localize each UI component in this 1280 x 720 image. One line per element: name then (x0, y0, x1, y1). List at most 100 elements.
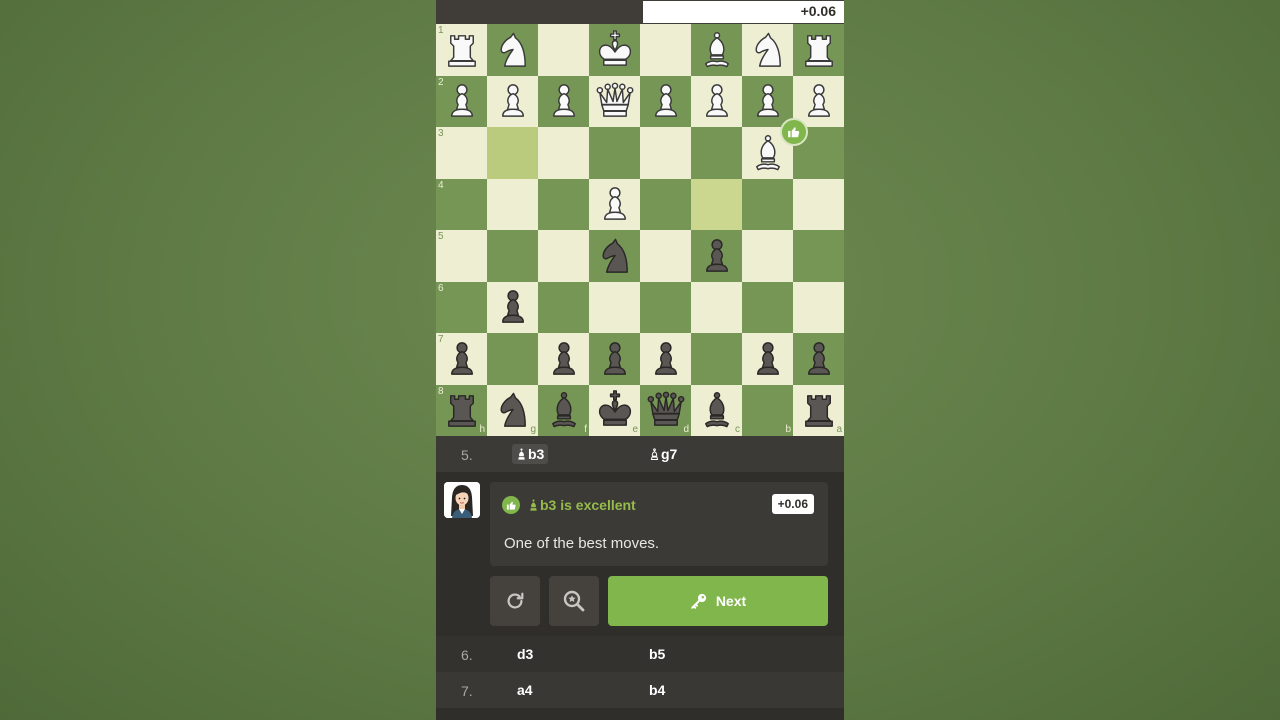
square-g8[interactable]: g (487, 384, 538, 437)
move-white-selected[interactable]: b3 (512, 444, 549, 464)
square-d7[interactable] (640, 333, 691, 385)
white-pawn-icon[interactable] (691, 76, 742, 128)
square-h8[interactable]: 8h (436, 384, 487, 437)
move-list-row[interactable]: 6. d3 b5 (436, 636, 844, 672)
move-list-row[interactable]: 7. a4 b4 (436, 672, 844, 708)
square-d1[interactable] (640, 24, 691, 76)
black-bishop-icon[interactable] (538, 385, 589, 437)
square-b2[interactable] (742, 75, 793, 128)
square-f5[interactable] (538, 230, 589, 282)
black-pawn-icon[interactable] (793, 333, 844, 385)
move-white[interactable]: a4 (517, 682, 533, 698)
next-button[interactable]: Next (608, 576, 828, 626)
square-c1[interactable] (691, 24, 742, 76)
white-knight-icon[interactable] (487, 24, 538, 76)
white-rook-icon[interactable] (793, 24, 844, 76)
square-g7[interactable] (487, 333, 538, 385)
white-knight-icon[interactable] (742, 24, 793, 76)
square-d6[interactable] (640, 281, 691, 333)
square-e8[interactable]: e (589, 384, 640, 437)
white-king-icon[interactable] (589, 24, 640, 76)
square-h4[interactable]: 4 (436, 178, 487, 230)
move-white[interactable]: d3 (517, 646, 533, 662)
square-e3[interactable] (589, 127, 640, 179)
square-e2[interactable] (589, 75, 640, 128)
square-c4[interactable] (691, 178, 742, 230)
square-b6[interactable] (742, 281, 793, 333)
black-pawn-icon[interactable] (640, 333, 691, 385)
square-c8[interactable]: c (691, 384, 742, 437)
black-rook-icon[interactable] (436, 385, 487, 437)
square-h3[interactable]: 3 (436, 127, 487, 179)
square-a4[interactable] (793, 178, 844, 230)
black-pawn-icon[interactable] (436, 333, 487, 385)
square-g3[interactable] (487, 127, 538, 179)
square-a6[interactable] (793, 281, 844, 333)
square-b5[interactable] (742, 230, 793, 282)
square-b7[interactable] (742, 333, 793, 385)
square-a7[interactable] (793, 333, 844, 385)
square-c5[interactable] (691, 230, 742, 282)
white-pawn-icon[interactable] (589, 179, 640, 231)
square-b8[interactable]: b (742, 384, 793, 436)
analysis-button[interactable] (549, 576, 599, 626)
square-h5[interactable]: 5 (436, 230, 487, 282)
square-e1[interactable] (589, 24, 640, 76)
square-d2[interactable] (640, 75, 691, 128)
chess-board[interactable]: 123 4 5 6 78hgfedc ba (436, 24, 844, 436)
square-f1[interactable] (538, 24, 589, 76)
square-h1[interactable]: 1 (436, 24, 487, 76)
square-c7[interactable] (691, 333, 742, 385)
white-pawn-icon[interactable] (742, 76, 793, 128)
square-f6[interactable] (538, 281, 589, 333)
black-pawn-icon[interactable] (487, 282, 538, 334)
square-d4[interactable] (640, 178, 691, 230)
black-knight-icon[interactable] (589, 230, 640, 282)
black-knight-icon[interactable] (487, 385, 538, 437)
square-f3[interactable] (538, 127, 589, 179)
square-d5[interactable] (640, 230, 691, 282)
black-pawn-icon[interactable] (742, 333, 793, 385)
white-pawn-icon[interactable] (640, 76, 691, 128)
black-pawn-icon[interactable] (691, 230, 742, 282)
square-c6[interactable] (691, 281, 742, 333)
square-g1[interactable] (487, 24, 538, 76)
square-h6[interactable]: 6 (436, 281, 487, 333)
white-bishop-icon[interactable] (691, 24, 742, 76)
black-bishop-icon[interactable] (691, 385, 742, 437)
black-rook-icon[interactable] (793, 385, 844, 437)
square-f2[interactable] (538, 75, 589, 128)
white-pawn-icon[interactable] (436, 76, 487, 128)
square-c3[interactable] (691, 127, 742, 179)
square-b4[interactable] (742, 178, 793, 230)
move-black[interactable]: b4 (649, 682, 665, 698)
square-e6[interactable] (589, 281, 640, 333)
square-f4[interactable] (538, 178, 589, 230)
square-a8[interactable]: a (793, 384, 844, 437)
move-black[interactable]: g7 (649, 446, 677, 462)
retry-button[interactable] (490, 576, 540, 626)
square-f7[interactable] (538, 333, 589, 385)
white-pawn-icon[interactable] (538, 76, 589, 128)
square-g4[interactable] (487, 178, 538, 230)
white-rook-icon[interactable] (436, 24, 487, 76)
square-h2[interactable]: 2 (436, 75, 487, 128)
white-queen-icon[interactable] (589, 76, 640, 128)
square-h7[interactable]: 7 (436, 333, 487, 385)
black-king-icon[interactable] (589, 385, 640, 437)
square-a1[interactable] (793, 24, 844, 76)
square-d3[interactable] (640, 127, 691, 179)
black-pawn-icon[interactable] (589, 333, 640, 385)
square-g2[interactable] (487, 75, 538, 128)
square-e4[interactable] (589, 178, 640, 231)
black-queen-icon[interactable] (640, 385, 691, 437)
square-b1[interactable] (742, 24, 793, 76)
white-pawn-icon[interactable] (487, 76, 538, 128)
square-f8[interactable]: f (538, 384, 589, 437)
square-e5[interactable] (589, 230, 640, 282)
square-g5[interactable] (487, 230, 538, 282)
move-black[interactable]: b5 (649, 646, 665, 662)
black-pawn-icon[interactable] (538, 333, 589, 385)
square-e7[interactable] (589, 333, 640, 385)
square-a5[interactable] (793, 230, 844, 282)
